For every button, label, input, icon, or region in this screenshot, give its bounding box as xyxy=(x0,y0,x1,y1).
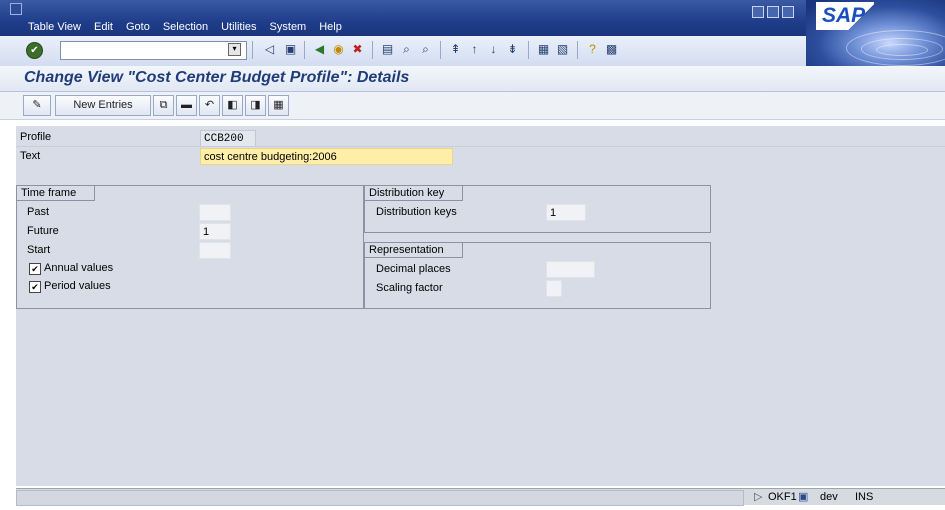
first-page-icon[interactable]: ⇞ xyxy=(448,42,463,57)
distribution-key-group: Distribution key Distribution keys 1 xyxy=(364,185,711,233)
cancel-icon[interactable]: ✖ xyxy=(350,42,365,57)
decimal-places-label: Decimal places xyxy=(376,263,451,275)
menu-system[interactable]: System xyxy=(270,21,307,33)
sap-logo: SAP xyxy=(806,0,945,66)
next-entry-icon[interactable]: ◨ xyxy=(245,95,266,116)
shortcut-icon[interactable]: ▧ xyxy=(555,42,570,57)
menu-bar: Table View Edit Goto Selection Utilities… xyxy=(0,0,945,36)
application-toolbar: ✎ New Entries ⧉ ▬ ↶ ◧ ◨ ▦ xyxy=(0,92,945,120)
time-frame-title: Time frame xyxy=(17,186,96,201)
scaling-factor-field[interactable] xyxy=(546,280,562,297)
time-frame-group: Time frame Past Future 1 Start ✔ Annual … xyxy=(16,185,364,309)
menu-help[interactable]: Help xyxy=(319,21,342,33)
delete-icon[interactable]: ▬ xyxy=(176,95,197,116)
help-icon[interactable]: ? xyxy=(585,42,600,57)
annual-values-label: Annual values xyxy=(44,262,114,274)
menu: Table View Edit Goto Selection Utilities… xyxy=(28,21,355,33)
distribution-keys-label: Distribution keys xyxy=(376,206,457,218)
distribution-keys-field[interactable]: 1 xyxy=(546,204,586,221)
status-system: dev xyxy=(820,491,838,503)
status-message-field xyxy=(16,490,744,506)
page-title: Change View "Cost Center Budget Profile"… xyxy=(24,69,410,86)
undo-icon[interactable]: ↶ xyxy=(199,95,220,116)
create-session-icon[interactable]: ▦ xyxy=(536,42,551,57)
next-page-icon[interactable]: ↓ xyxy=(486,42,501,57)
find-next-icon[interactable]: ⌕ xyxy=(418,42,433,57)
menu-table-view[interactable]: Table View xyxy=(28,21,81,33)
standard-toolbar: ✔ ▾ ◁ ▣ ◀ ◉ ✖ ▤ ⌕ ⌕ ⇞ ↑ ↓ ⇟ ▦ ▧ ? ▩ xyxy=(0,36,806,67)
maximize-icon[interactable] xyxy=(767,6,779,18)
layout-menu-icon[interactable]: ▩ xyxy=(604,42,619,57)
system-menu-icon[interactable] xyxy=(10,3,22,15)
window-controls xyxy=(752,6,794,18)
previous-entry-icon[interactable]: ◧ xyxy=(222,95,243,116)
decimal-places-field[interactable] xyxy=(546,261,595,278)
status-expand-icon[interactable]: ▷ xyxy=(754,490,762,504)
command-history-icon[interactable]: ▾ xyxy=(228,43,241,56)
save-icon[interactable]: ▣ xyxy=(283,42,298,57)
status-mode[interactable]: INS xyxy=(855,490,873,504)
period-values-label: Period values xyxy=(44,280,111,292)
copy-icon[interactable]: ⧉ xyxy=(153,95,174,116)
start-label: Start xyxy=(27,244,51,256)
text-label: Text xyxy=(20,150,41,162)
future-label: Future xyxy=(27,225,59,237)
status-transaction: OKF1 xyxy=(768,491,797,503)
menu-selection[interactable]: Selection xyxy=(163,21,208,33)
menu-goto[interactable]: Goto xyxy=(126,21,150,33)
past-field[interactable] xyxy=(199,204,231,221)
find-icon[interactable]: ⌕ xyxy=(399,42,414,57)
display-change-icon[interactable]: ✎ xyxy=(23,95,51,116)
status-bar: ▷ OKF1 ▣ dev INS xyxy=(16,488,945,506)
start-field[interactable] xyxy=(199,242,231,259)
last-page-icon[interactable]: ⇟ xyxy=(505,42,520,57)
minimize-icon[interactable] xyxy=(752,6,764,18)
title-bar: Change View "Cost Center Budget Profile"… xyxy=(0,66,945,92)
select-all-icon[interactable]: ▦ xyxy=(268,95,289,116)
representation-group: Representation Decimal places Scaling fa… xyxy=(364,242,711,309)
representation-title: Representation xyxy=(365,243,463,258)
exit-icon[interactable]: ◉ xyxy=(331,42,346,57)
period-values-checkbox[interactable]: ✔ xyxy=(29,281,41,293)
distribution-key-title: Distribution key xyxy=(365,186,464,201)
print-icon[interactable]: ▤ xyxy=(380,42,395,57)
previous-page-icon[interactable]: ↑ xyxy=(467,42,482,57)
back-icon[interactable]: ◀ xyxy=(312,42,327,57)
text-field[interactable]: cost centre budgeting:2006 xyxy=(200,148,453,165)
content-area: Profile CCB200 Text cost centre budgetin… xyxy=(16,126,945,486)
close-icon[interactable] xyxy=(782,6,794,18)
annual-values-checkbox[interactable]: ✔ xyxy=(29,263,41,275)
back-arrow-icon[interactable]: ◁ xyxy=(262,42,277,57)
status-session-icon[interactable]: ▣ xyxy=(798,490,808,504)
future-field[interactable]: 1 xyxy=(199,223,231,240)
sap-logo-text: SAP xyxy=(816,2,874,30)
enter-icon[interactable]: ✔ xyxy=(26,42,43,59)
menu-edit[interactable]: Edit xyxy=(94,21,113,33)
command-field[interactable] xyxy=(60,41,247,60)
menu-utilities[interactable]: Utilities xyxy=(221,21,256,33)
scaling-factor-label: Scaling factor xyxy=(376,282,443,294)
past-label: Past xyxy=(27,206,50,218)
new-entries-button[interactable]: New Entries xyxy=(55,95,151,116)
